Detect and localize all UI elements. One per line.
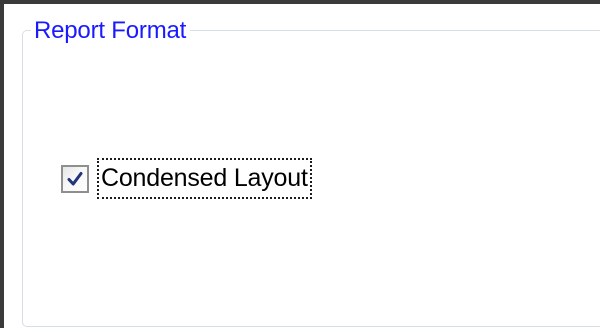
report-format-title: Report Format [31,17,191,45]
condensed-layout-option[interactable]: Condensed Layout [61,157,312,199]
checkmark-icon [67,172,83,186]
condensed-layout-label[interactable]: Condensed Layout [97,157,312,199]
dialog-panel: Report Format Condensed Layout [0,0,600,328]
condensed-layout-checkbox[interactable] [61,165,89,193]
